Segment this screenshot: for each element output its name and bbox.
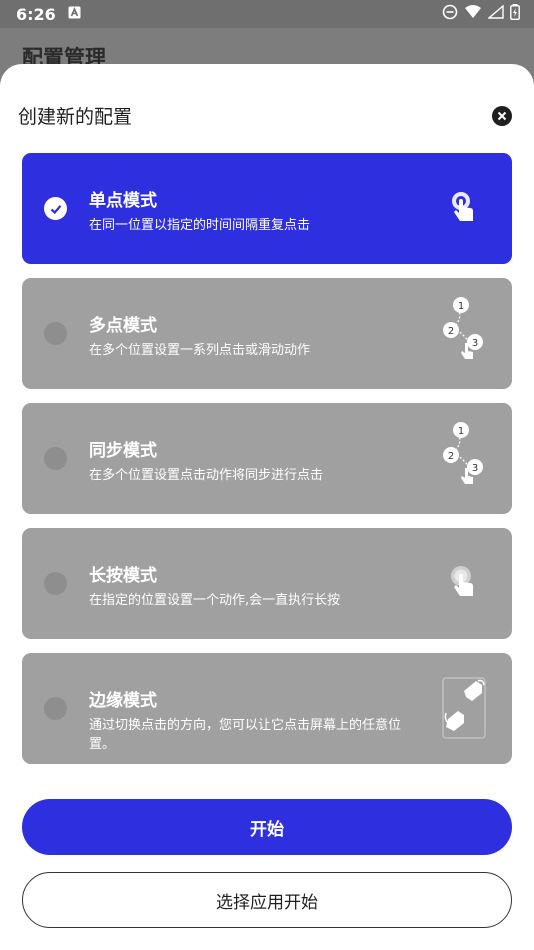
multi-tap-icon: 1 2 3 [440,294,488,360]
wifi-icon [464,5,482,23]
status-time: 6:26 [16,4,56,24]
tap-number-1: 1 [458,301,464,312]
radio-unchecked-icon[interactable] [44,572,67,595]
radio-checked-icon[interactable] [44,197,67,220]
tap-number-3: 3 [472,338,478,349]
battery-charging-icon [510,4,520,24]
long-press-icon [440,550,488,616]
tap-number-3: 3 [472,463,478,474]
tap-number-2: 2 [448,451,454,462]
mode-name: 多点模式 [89,316,157,336]
edge-tap-icon [440,675,488,741]
mode-desc: 通过切换点击的方向，您可以让它点击屏幕上的任意位置。 [89,718,402,752]
sheet-header: 创建新的配置 [18,102,512,129]
tap-number-2: 2 [448,326,454,337]
status-bar: 6:26 [0,0,534,28]
mode-name: 同步模式 [89,441,157,461]
close-icon[interactable] [492,105,512,126]
dnd-icon [442,4,458,24]
mode-desc: 在同一位置以指定的时间间隔重复点击 [89,218,311,233]
tap-number-1: 1 [458,426,464,437]
signal-icon [487,4,504,23]
mode-desc: 在多个位置设置点击动作将同步进行点击 [89,468,324,483]
start-button[interactable]: 开始 [22,799,512,855]
mode-card-sync[interactable]: 同步模式 在多个位置设置点击动作将同步进行点击 1 2 3 [22,403,512,514]
radio-unchecked-icon[interactable] [44,697,67,720]
mode-card-multi[interactable]: 多点模式 在多个位置设置一系列点击或滑动动作 1 2 3 [22,278,512,389]
mode-name: 单点模式 [89,191,157,211]
sheet-title: 创建新的配置 [18,106,133,128]
status-right [442,4,520,24]
sync-tap-icon: 1 2 3 [440,419,488,485]
mode-card-single[interactable]: 单点模式 在同一位置以指定的时间间隔重复点击 [22,153,512,264]
mode-desc: 在指定的位置设置一个动作,会一直执行长按 [89,593,341,608]
mode-name: 长按模式 [89,566,157,586]
single-tap-icon [440,175,488,241]
create-config-sheet: 创建新的配置 单点模式 在同一位置以指定的时间间隔重复点击 多点模式 在多个位置… [0,64,534,950]
radio-unchecked-icon[interactable] [44,322,67,345]
status-left: 6:26 [16,5,81,24]
select-app-start-button[interactable]: 选择应用开始 [22,872,512,928]
radio-unchecked-icon[interactable] [44,447,67,470]
mode-desc: 在多个位置设置一系列点击或滑动动作 [89,343,311,358]
mode-name: 边缘模式 [89,691,157,711]
mode-card-edge[interactable]: 边缘模式 通过切换点击的方向，您可以让它点击屏幕上的任意位置。 [22,653,512,764]
a-box-icon [68,5,81,23]
mode-card-long-press[interactable]: 长按模式 在指定的位置设置一个动作,会一直执行长按 [22,528,512,639]
